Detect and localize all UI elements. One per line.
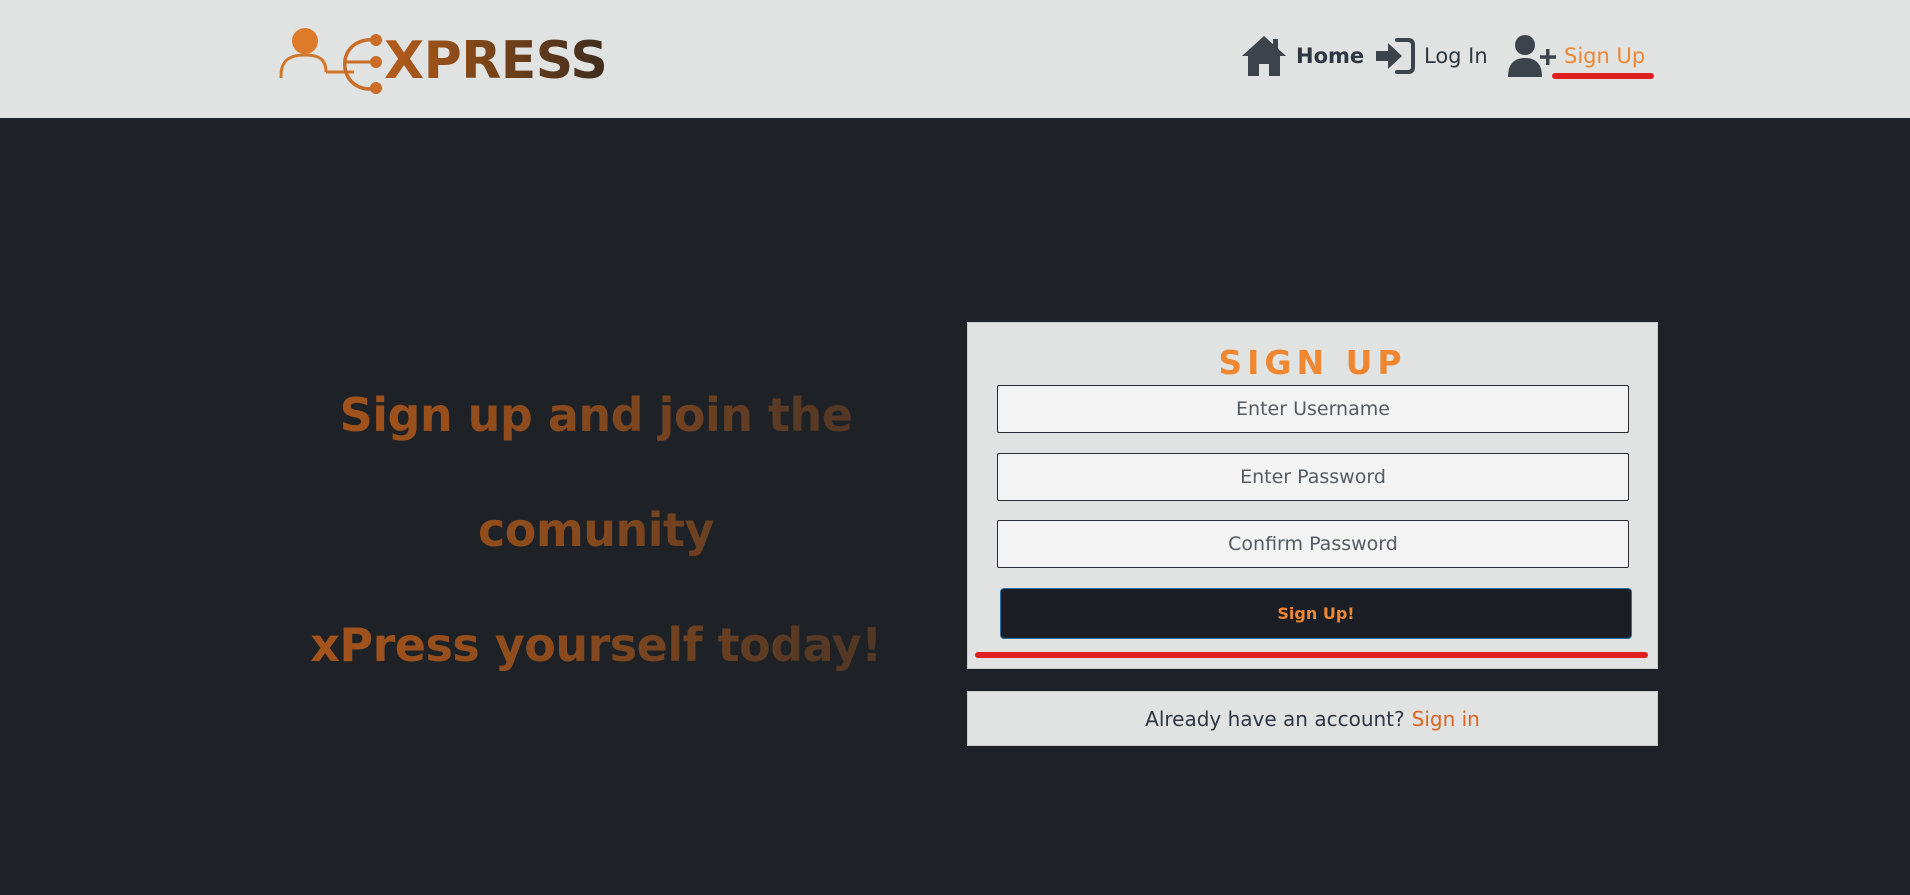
- nav-login-label: Log In: [1424, 44, 1488, 68]
- card-underline: [975, 652, 1648, 658]
- top-navbar: XPRESS Home Log In Sign Up: [0, 0, 1910, 118]
- add-user-icon: [1508, 35, 1556, 77]
- nav-signup-label: Sign Up: [1564, 44, 1646, 68]
- signin-link[interactable]: Sign in: [1412, 707, 1480, 731]
- logo-wordmark: XPRESS: [384, 31, 608, 91]
- signup-slogan: Sign up and join the comunity xPress you…: [286, 358, 906, 703]
- active-nav-underline: [1552, 73, 1654, 79]
- signup-submit-button[interactable]: Sign Up!: [1000, 588, 1632, 639]
- login-icon: [1376, 38, 1415, 74]
- slogan-line-3: xPress yourself today!: [310, 618, 882, 672]
- nav-home[interactable]: Home: [1240, 30, 1364, 82]
- signin-prompt: Already have an account? Sign in: [967, 691, 1658, 746]
- signup-card: SIGN UP Sign Up!: [967, 322, 1658, 669]
- nav-home-label: Home: [1296, 44, 1365, 68]
- logo-person-network-icon: [279, 28, 382, 94]
- confirm-password-input[interactable]: [997, 520, 1629, 568]
- slogan-line-1: Sign up and join the: [339, 388, 853, 442]
- signin-prompt-text: Already have an account?: [1145, 706, 1405, 731]
- signup-title: SIGN UP: [1218, 343, 1407, 382]
- home-icon: [1242, 36, 1286, 76]
- username-input[interactable]: [997, 385, 1629, 433]
- slogan-line-2: comunity: [477, 503, 715, 557]
- password-input[interactable]: [997, 453, 1629, 501]
- nav-login[interactable]: Log In: [1374, 30, 1488, 82]
- xpress-logo[interactable]: XPRESS: [276, 22, 608, 98]
